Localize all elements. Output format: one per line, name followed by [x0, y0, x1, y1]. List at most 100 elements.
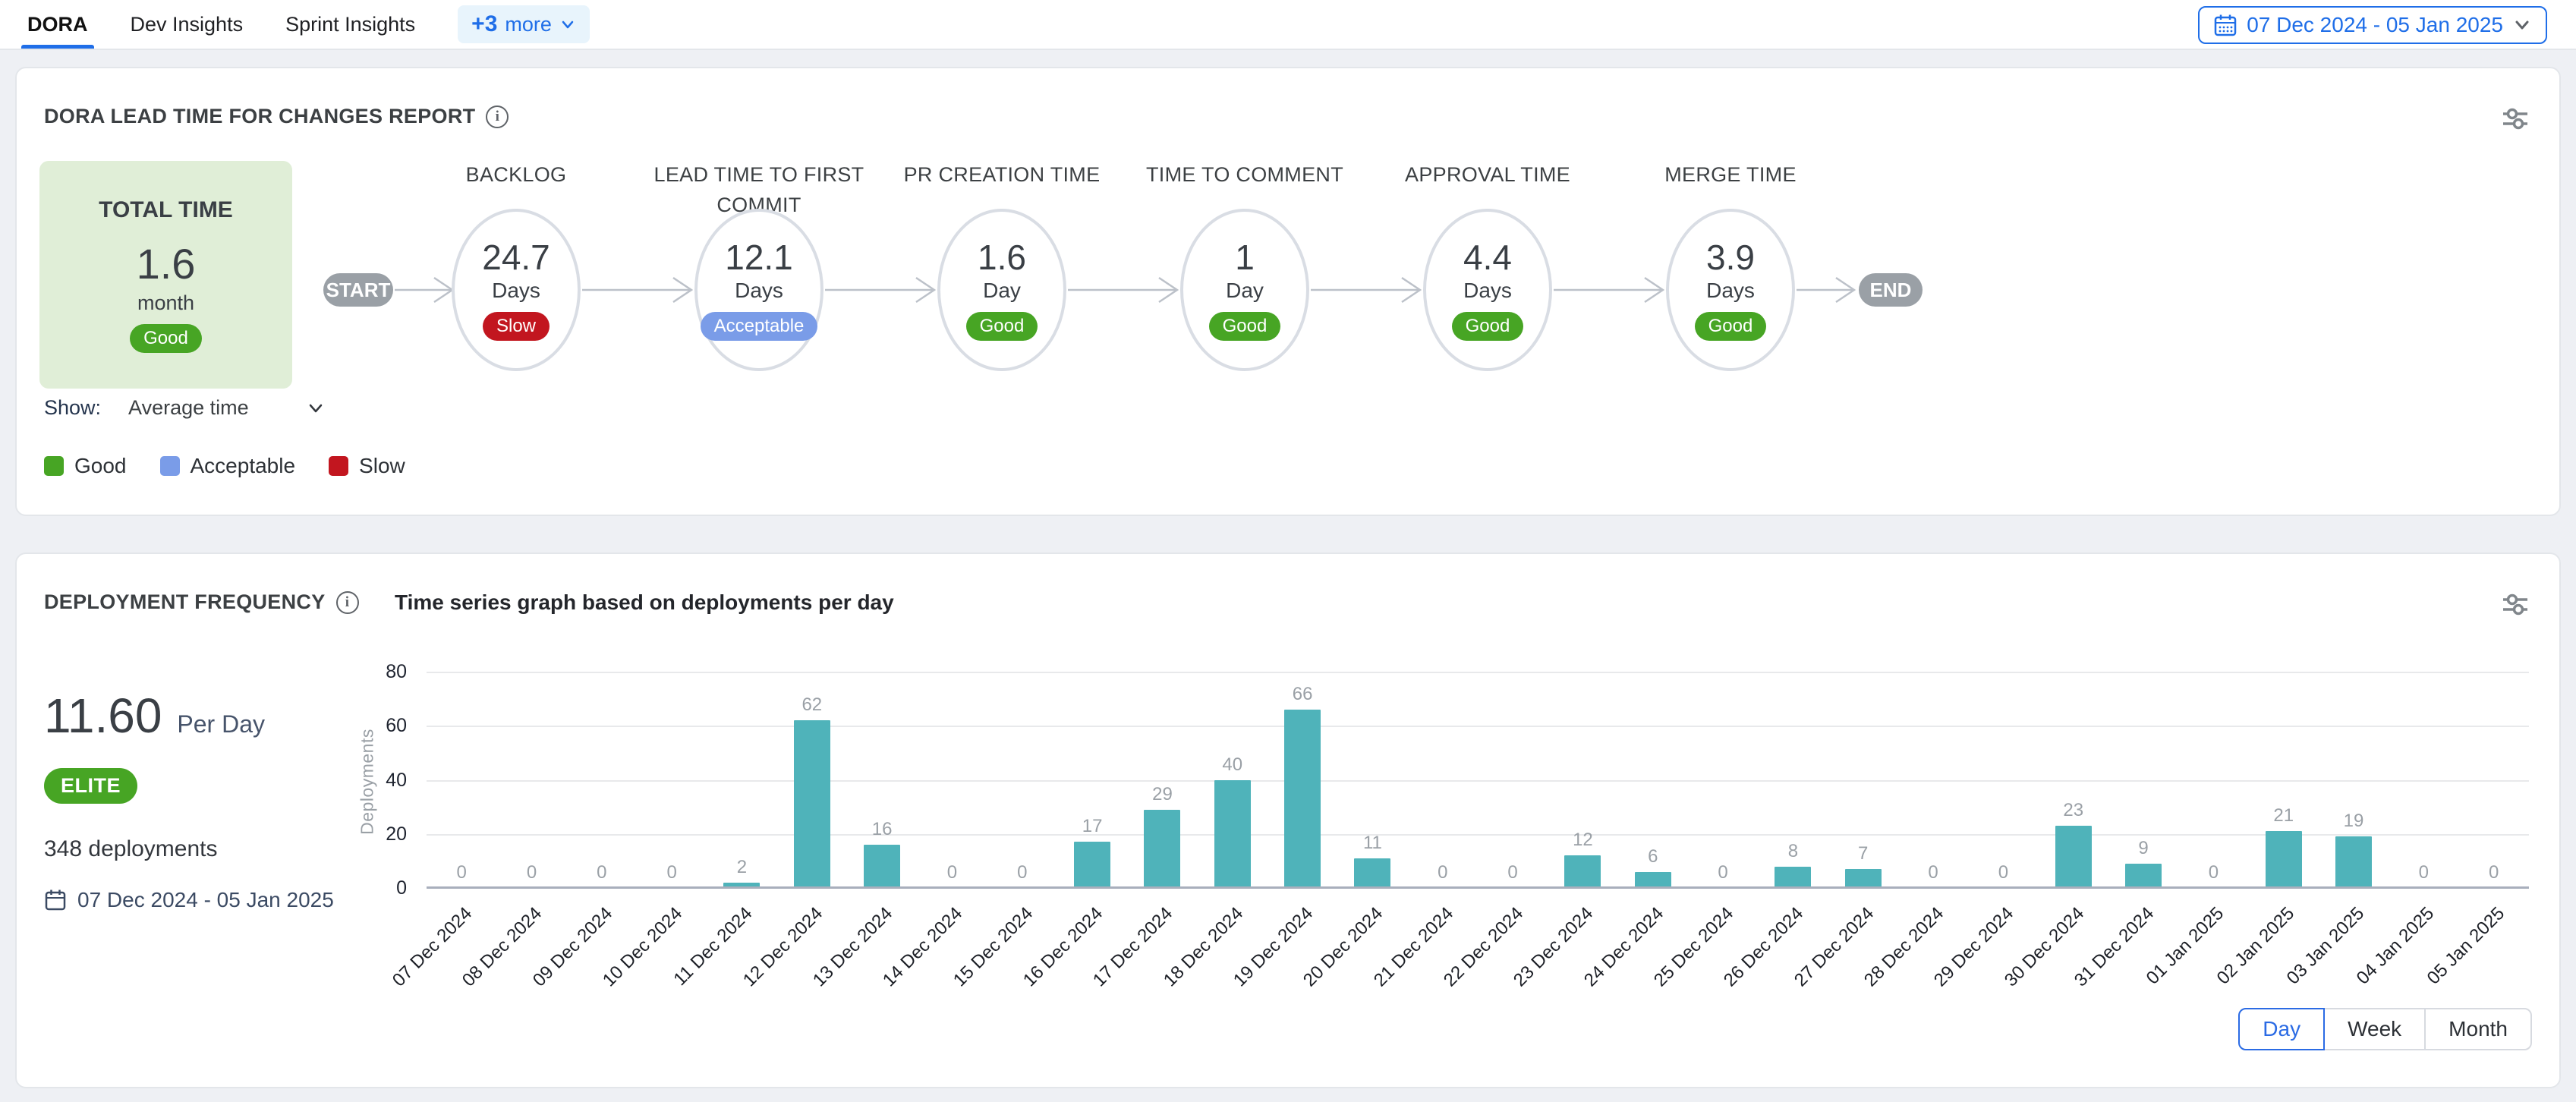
- deployment-date-range-text: 07 Dec 2024 - 05 Jan 2025: [77, 888, 334, 912]
- bar-slot: 1716 Dec 2024: [1057, 672, 1127, 888]
- deployment-date-range: 07 Dec 2024 - 05 Jan 2025: [44, 888, 334, 912]
- bar-value-label: 0: [666, 862, 676, 883]
- bar-slot: 022 Dec 2024: [1478, 672, 1548, 888]
- tab-dora[interactable]: DORA: [27, 0, 88, 49]
- stage-status-badge: Slow: [483, 312, 550, 341]
- bar-value-label: 62: [801, 694, 822, 716]
- bar-value-label: 0: [1928, 862, 1938, 883]
- stage-status-badge: Good: [966, 312, 1038, 341]
- deployment-bar[interactable]: [1284, 710, 1321, 888]
- flow-arrow: [1797, 273, 1856, 307]
- flow-arrow: [1068, 273, 1179, 307]
- flow-arrow: [1554, 273, 1664, 307]
- chevron-down-icon: [307, 399, 325, 417]
- bar-value-label: 0: [456, 862, 466, 883]
- tab-dev-insights[interactable]: Dev Insights: [131, 0, 244, 49]
- bar-slot: 624 Dec 2024: [1618, 672, 1688, 888]
- deployment-bar[interactable]: [1845, 869, 1882, 888]
- bar-value-label: 0: [2419, 862, 2429, 883]
- date-range-value: 07 Dec 2024 - 05 Jan 2025: [2247, 13, 2503, 37]
- bar-slot: 009 Dec 2024: [567, 672, 637, 888]
- bar-value-label: 0: [1507, 862, 1517, 883]
- bar-slot: 931 Dec 2024: [2108, 672, 2178, 888]
- chevron-down-icon: [2512, 15, 2532, 35]
- stage-status-badge: Good: [1695, 312, 1767, 341]
- bar-value-label: 0: [1998, 862, 2008, 883]
- bar-slot: 2330 Dec 2024: [2039, 672, 2108, 888]
- deployment-bar[interactable]: [1144, 810, 1180, 888]
- bar-value-label: 21: [2273, 805, 2294, 826]
- deployment-bar[interactable]: [1074, 842, 1110, 888]
- bar-slot: 001 Jan 2025: [2178, 672, 2248, 888]
- stage-status-badge: Good: [1209, 312, 1281, 341]
- flow-start-pill: START: [323, 273, 393, 307]
- stage-status-badge: Good: [1452, 312, 1524, 341]
- stage-title: PR CREATION TIME: [877, 159, 1127, 190]
- deployment-bar[interactable]: [2055, 826, 2092, 888]
- bar-slot: 6212 Dec 2024: [777, 672, 847, 888]
- bar-value-label: 11: [1363, 833, 1382, 854]
- x-axis-line: [427, 886, 2529, 889]
- date-range-picker[interactable]: 07 Dec 2024 - 05 Jan 2025: [2198, 6, 2547, 44]
- stage-title: MERGE TIME: [1605, 159, 1856, 190]
- deployment-bar[interactable]: [2335, 836, 2372, 888]
- stage-value: 1.6: [978, 239, 1026, 276]
- bar-slot: 010 Dec 2024: [637, 672, 707, 888]
- legend-item-good: Good: [44, 454, 127, 478]
- bar-slot: 1903 Jan 2025: [2319, 672, 2389, 888]
- y-axis-tick: 40: [352, 770, 407, 792]
- deployment-rate: 11.60 Per Day: [44, 688, 265, 744]
- deployment-bar[interactable]: [864, 845, 900, 888]
- legend-label: Acceptable: [191, 454, 296, 478]
- granularity-week[interactable]: Week: [2323, 1008, 2426, 1050]
- bar-value-label: 16: [872, 819, 893, 840]
- deployment-bar[interactable]: [794, 720, 830, 888]
- bar-value-label: 17: [1082, 816, 1103, 837]
- bar-value-label: 2: [737, 857, 747, 878]
- bar-slot: 727 Dec 2024: [1828, 672, 1898, 888]
- deployment-bar[interactable]: [2266, 831, 2302, 888]
- bar-slot: 6619 Dec 2024: [1268, 672, 1337, 888]
- deployment-bar[interactable]: [1635, 872, 1671, 888]
- tab-sprint-insights[interactable]: Sprint Insights: [285, 0, 415, 49]
- chart-subtitle: Time series graph based on deployments p…: [395, 590, 894, 615]
- bar-slot: 008 Dec 2024: [496, 672, 566, 888]
- flow-arrow: [825, 273, 936, 307]
- bar-slot: 005 Jan 2025: [2459, 672, 2529, 888]
- stage-value: 3.9: [1706, 239, 1755, 276]
- show-selected-value: Average time: [128, 396, 249, 420]
- deployment-bar[interactable]: [1775, 867, 1811, 889]
- bar-value-label: 40: [1222, 754, 1242, 776]
- bar-value-label: 19: [2344, 811, 2364, 832]
- deployment-title-text: DEPLOYMENT FREQUENCY: [44, 590, 326, 614]
- elite-tier-badge: ELITE: [44, 768, 137, 804]
- bar-slot: 028 Dec 2024: [1898, 672, 1968, 888]
- more-tabs-button[interactable]: +3more: [458, 5, 590, 43]
- flow-arrow: [582, 273, 693, 307]
- stage-circle: 1.6DayGood: [937, 209, 1066, 371]
- flow-end-pill: END: [1859, 273, 1923, 307]
- bar-slot: 029 Dec 2024: [1968, 672, 2038, 888]
- bar-value-label: 0: [2489, 862, 2499, 883]
- info-icon[interactable]: i: [336, 591, 359, 614]
- bar-slot: 1120 Dec 2024: [1337, 672, 1407, 888]
- plus-icon: +3: [471, 11, 497, 37]
- granularity-day[interactable]: Day: [2238, 1008, 2325, 1050]
- deployment-count: 348 deployments: [44, 836, 218, 862]
- calendar-icon: [44, 889, 67, 912]
- deployment-bar[interactable]: [2125, 864, 2162, 888]
- granularity-month[interactable]: Month: [2424, 1008, 2532, 1050]
- legend-label: Slow: [359, 454, 405, 478]
- stage-unit: Day: [1226, 279, 1264, 303]
- show-dropdown[interactable]: Show: Average time: [44, 396, 325, 420]
- show-label: Show:: [44, 396, 101, 420]
- bar-slot: 211 Dec 2024: [707, 672, 776, 888]
- deployment-bar[interactable]: [1354, 858, 1390, 888]
- deployment-bar[interactable]: [1214, 780, 1251, 889]
- stage-circle: 1DayGood: [1180, 209, 1309, 371]
- stage-title: APPROVAL TIME: [1362, 159, 1613, 190]
- bar-value-label: 0: [1017, 862, 1027, 883]
- deployment-bar[interactable]: [1564, 855, 1601, 888]
- deployments-bar-chart: 020406080007 Dec 2024008 Dec 2024009 Dec…: [427, 672, 2529, 888]
- filter-sliders-icon[interactable]: [2499, 587, 2532, 621]
